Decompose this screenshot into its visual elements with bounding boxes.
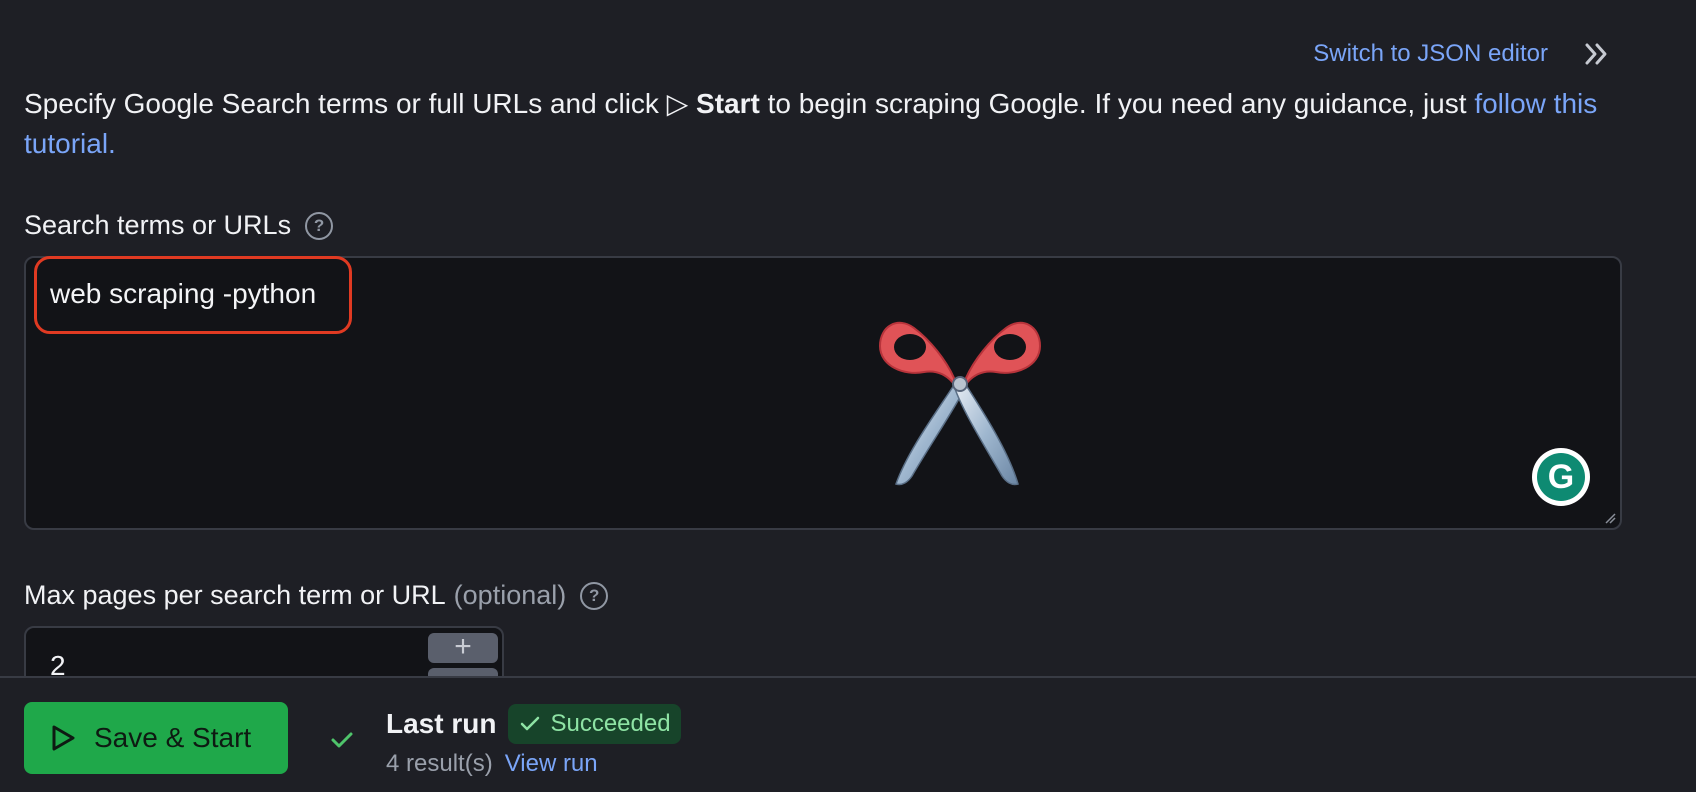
last-run-title-row: Last run Succeeded bbox=[386, 704, 681, 744]
last-run-summary: Last run Succeeded 4 result(s) View run bbox=[386, 704, 681, 778]
search-terms-textarea[interactable]: web scraping -python G bbox=[24, 256, 1622, 530]
start-symbol: ▷ bbox=[666, 88, 689, 119]
max-pages-label: Max pages per search term or URL bbox=[24, 580, 446, 610]
intro-text: Specify Google Search terms or full URLs… bbox=[24, 84, 1624, 164]
save-start-label: Save & Start bbox=[94, 722, 252, 753]
optional-tag: (optional) bbox=[453, 580, 567, 610]
max-pages-label-row: Max pages per search term or URL (option… bbox=[24, 580, 609, 611]
last-run-label: Last run bbox=[386, 708, 497, 739]
scissors-icon bbox=[878, 321, 1042, 486]
status-label: Succeeded bbox=[550, 710, 671, 737]
help-icon[interactable]: ? bbox=[580, 581, 609, 610]
intro-text-before: Specify Google Search terms or full URLs… bbox=[24, 88, 667, 119]
input-page: Switch to JSON editor Specify Google Sea… bbox=[0, 0, 1696, 792]
top-actions: Switch to JSON editor bbox=[1313, 40, 1610, 68]
grammarly-icon[interactable]: G bbox=[1532, 448, 1590, 506]
switch-to-json-editor-link[interactable]: Switch to JSON editor bbox=[1313, 40, 1548, 68]
check-icon bbox=[521, 716, 540, 731]
search-term-value[interactable]: web scraping -python bbox=[50, 278, 316, 310]
results-count: 4 result(s) bbox=[386, 750, 493, 777]
status-badge: Succeeded bbox=[508, 704, 681, 744]
check-icon bbox=[331, 732, 353, 748]
bottom-action-bar: Save & Start Last run Succeeded 4 result… bbox=[0, 676, 1696, 792]
intro-text-middle: to begin scraping Google. If you need an… bbox=[759, 88, 1475, 119]
last-run-meta: 4 result(s) View run bbox=[386, 750, 681, 778]
expand-panel-icon[interactable] bbox=[1582, 40, 1610, 68]
play-icon bbox=[52, 725, 75, 751]
view-run-link[interactable]: View run bbox=[505, 750, 598, 778]
search-terms-label: Search terms or URLs bbox=[24, 210, 292, 240]
help-icon[interactable]: ? bbox=[305, 211, 334, 240]
resize-handle-icon[interactable] bbox=[1604, 512, 1616, 524]
save-start-button[interactable]: Save & Start bbox=[24, 702, 288, 774]
search-terms-label-row: Search terms or URLs ? bbox=[24, 210, 334, 241]
start-word: Start bbox=[696, 88, 760, 119]
increment-button[interactable]: + bbox=[428, 632, 498, 663]
